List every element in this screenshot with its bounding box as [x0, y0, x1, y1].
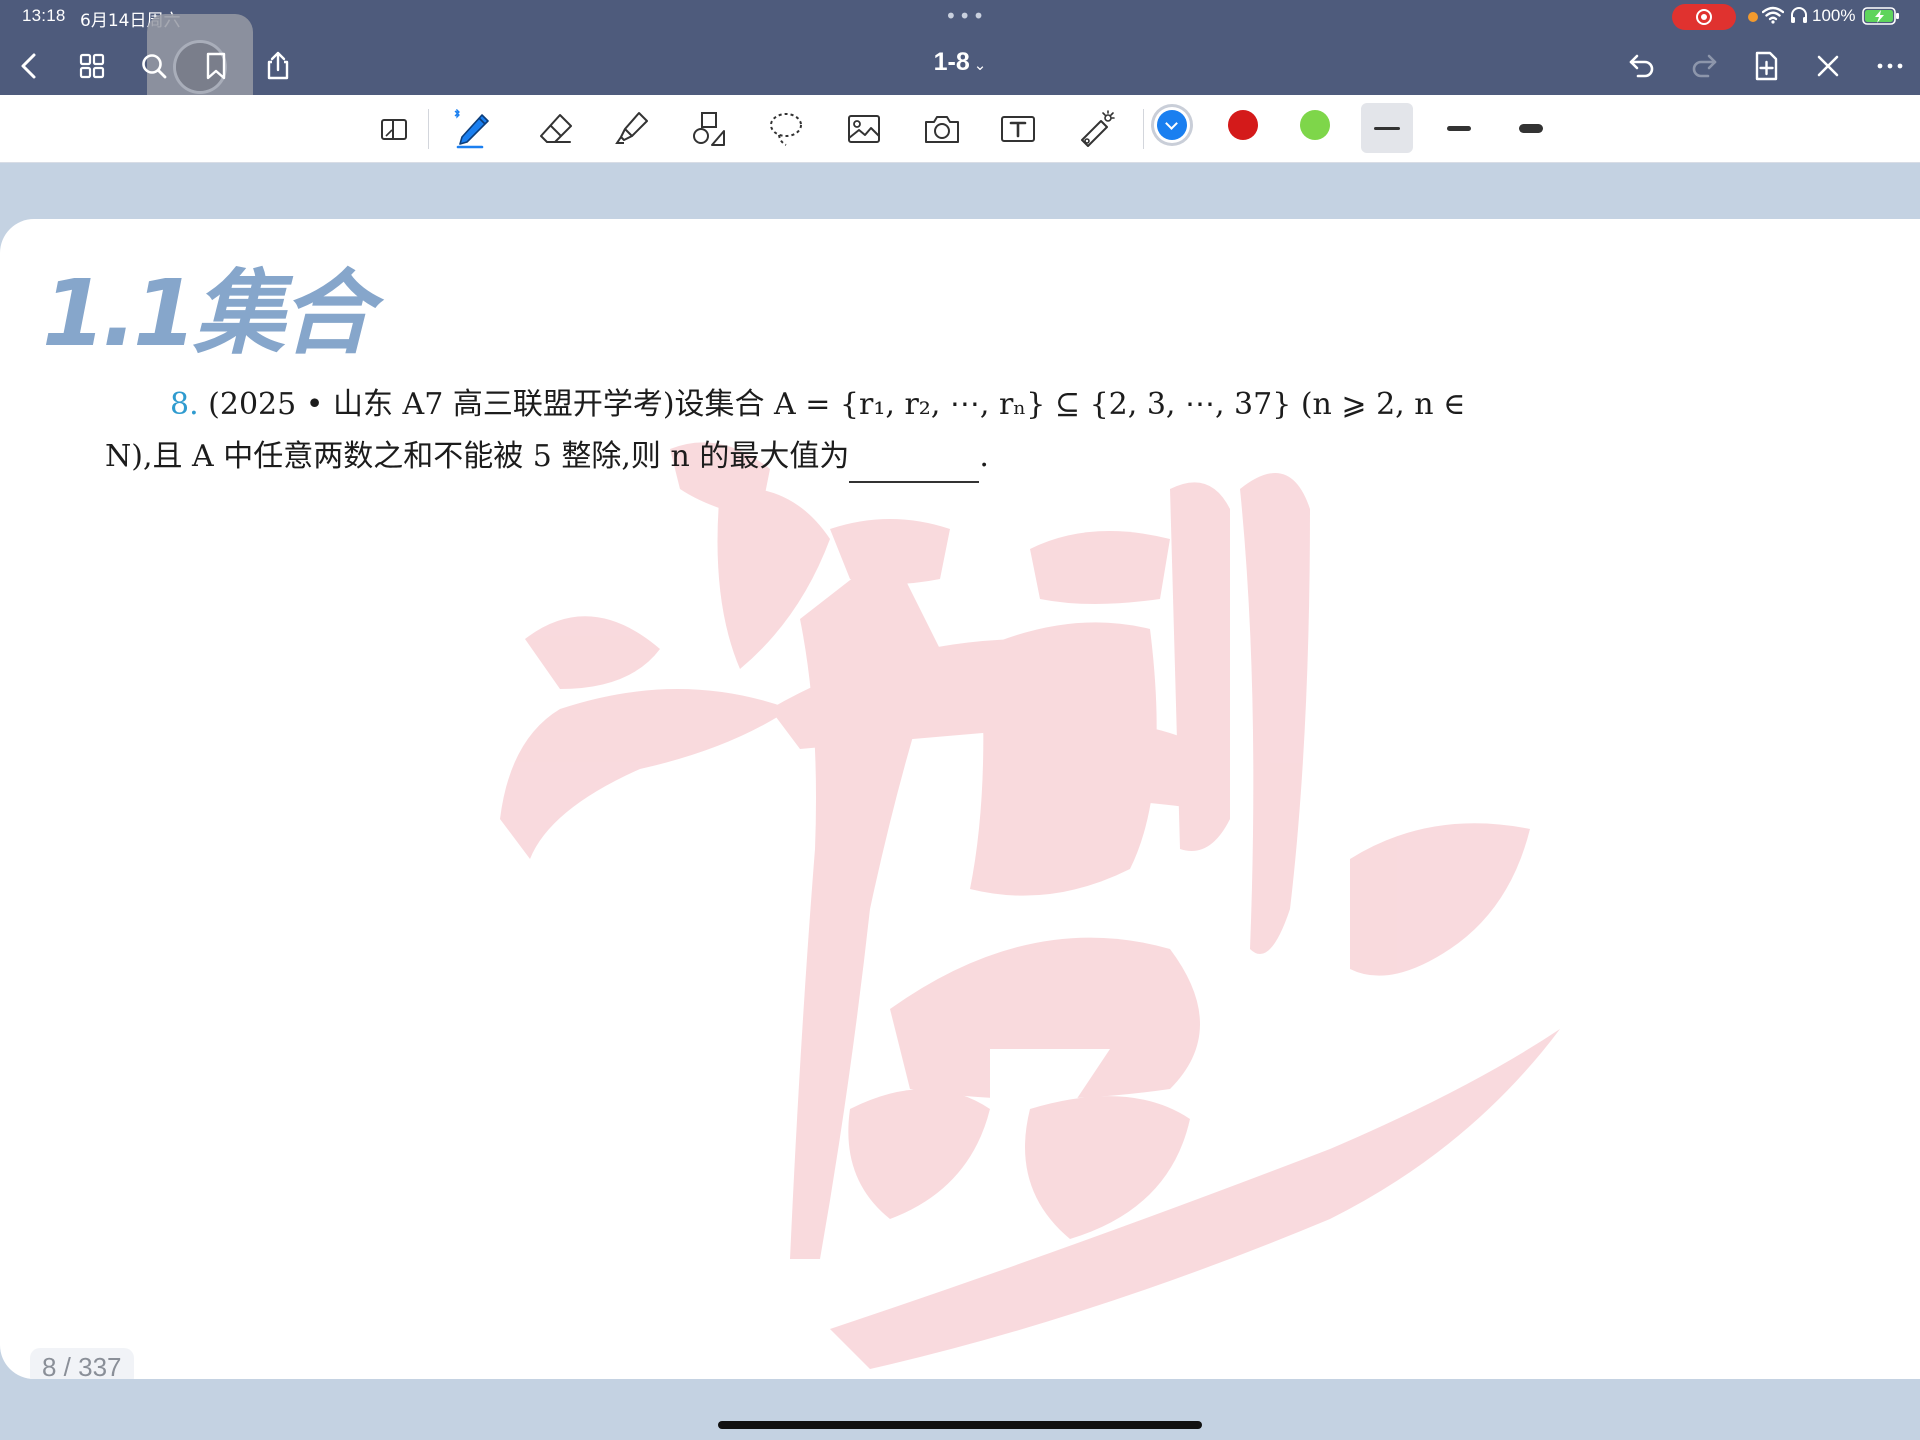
section-heading: 1.1集合 — [42, 260, 373, 367]
page-view-tool[interactable] — [368, 103, 420, 155]
stroke-thick[interactable] — [1505, 103, 1557, 153]
annotation-toolbar — [0, 95, 1920, 163]
home-indicator[interactable] — [718, 1421, 1202, 1429]
question-line-2-text: N),且 A 中任意两数之和不能被 5 整除,则 n 的最大值为 — [105, 439, 850, 474]
multitasking-dots-icon[interactable]: ••• — [945, 4, 986, 28]
bookmark-icon — [206, 52, 226, 80]
page-view-icon — [381, 119, 407, 140]
color-swatch-green[interactable] — [1300, 110, 1330, 140]
redo-icon — [1692, 54, 1717, 78]
lasso-tool[interactable] — [760, 103, 812, 155]
document-title[interactable]: 1-8 ⌄ — [900, 48, 1020, 77]
answer-blank — [849, 447, 980, 483]
battery-percentage: 100% — [1812, 6, 1856, 25]
mic-indicator-icon — [1748, 12, 1758, 22]
status-time: 13:18 — [22, 6, 66, 25]
page-gap — [0, 163, 1920, 185]
redo-button[interactable] — [1682, 44, 1726, 88]
shapes-tool[interactable] — [684, 103, 736, 155]
pencil-close-icon — [1817, 55, 1839, 77]
more-button[interactable] — [1868, 44, 1912, 88]
text-box-icon — [1001, 116, 1035, 142]
question-line-2: N),且 A 中任意两数之和不能被 5 整除,则 n 的最大值为. — [105, 431, 1665, 483]
wifi-icon — [1762, 6, 1784, 24]
add-page-button[interactable] — [1744, 44, 1788, 88]
more-icon — [1877, 63, 1903, 69]
bookmark-button[interactable] — [194, 44, 238, 88]
share-button[interactable] — [256, 44, 300, 88]
close-edit-button[interactable] — [1806, 44, 1850, 88]
question-line-1-text: (2025 • 山东 A7 高三联盟开学考)设集合 A = {r₁, r₂, ⋯… — [208, 387, 1466, 422]
image-tool[interactable] — [838, 103, 890, 155]
page-counter: 8 / 337 — [30, 1348, 134, 1379]
search-button[interactable] — [132, 44, 176, 88]
question-period: . — [979, 439, 989, 474]
headphone-icon — [1791, 7, 1807, 23]
undo-button[interactable] — [1620, 44, 1664, 88]
document-page[interactable]: 1.1集合 8. (2025 • 山东 A7 高三联盟开学考)设集合 A = {… — [0, 219, 1920, 1379]
question-line-1: 8. (2025 • 山东 A7 高三联盟开学考)设集合 A = {r₁, r₂… — [105, 379, 1665, 431]
eraser-icon — [540, 114, 572, 143]
pen-icon — [454, 109, 489, 149]
app-window: 13:18 6月14日周六 ••• 100% 1-8 ⌄ 1.1集合 8. (2… — [0, 0, 1920, 1440]
camera-icon — [925, 116, 959, 143]
share-icon — [267, 51, 289, 80]
color-swatch-red[interactable] — [1228, 110, 1258, 140]
eraser-tool[interactable] — [530, 103, 582, 155]
lasso-icon — [770, 113, 802, 146]
top-bar: 13:18 6月14日周六 ••• 100% 1-8 ⌄ — [0, 0, 1920, 120]
laser-pointer-tool[interactable] — [1070, 103, 1122, 155]
page-gap-bottom — [0, 1379, 1920, 1440]
highlighter-tool[interactable] — [606, 103, 658, 155]
highlighter-icon — [615, 112, 648, 144]
grid-icon — [79, 53, 105, 79]
watermark-logo — [500, 442, 1560, 1369]
undo-icon — [1629, 54, 1654, 78]
chevron-left-icon — [21, 53, 36, 79]
camera-tool[interactable] — [916, 103, 968, 155]
screen-recording-icon[interactable] — [1672, 4, 1736, 30]
thumbnails-button[interactable] — [70, 44, 114, 88]
question-text: 8. (2025 • 山东 A7 高三联盟开学考)设集合 A = {r₁, r₂… — [105, 379, 1665, 483]
search-icon — [142, 54, 167, 79]
text-tool[interactable] — [992, 103, 1044, 155]
chevron-down-icon: ⌄ — [973, 57, 987, 74]
laser-pointer-icon — [1081, 110, 1115, 147]
battery-charging-icon — [1862, 7, 1899, 25]
back-button[interactable] — [8, 44, 52, 88]
stroke-medium[interactable] — [1433, 103, 1485, 153]
shapes-icon — [693, 112, 725, 146]
question-number: 8. — [170, 387, 199, 422]
color-swatch-blue[interactable] — [1157, 110, 1187, 140]
divider — [1143, 109, 1144, 149]
add-page-icon — [1755, 51, 1778, 81]
stroke-thin[interactable] — [1361, 103, 1413, 153]
divider — [428, 109, 429, 149]
document-title-text: 1-8 — [933, 48, 970, 76]
image-icon — [848, 115, 880, 143]
pen-tool[interactable] — [446, 103, 498, 155]
